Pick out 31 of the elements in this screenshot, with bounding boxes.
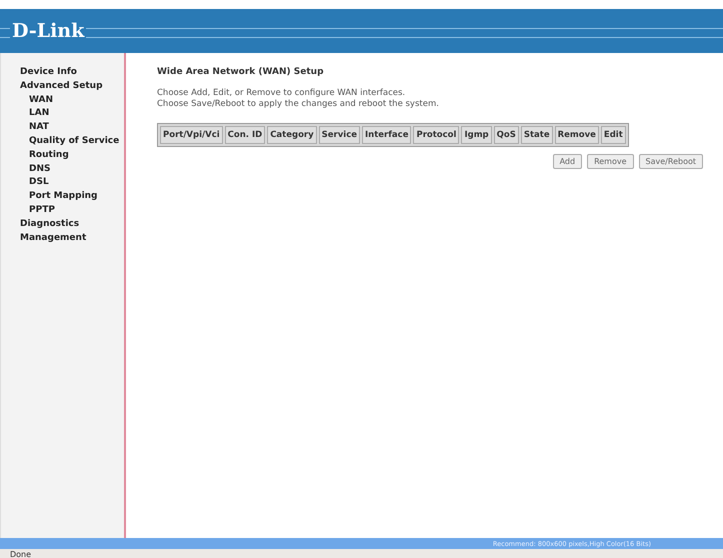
column-header: Edit (600, 126, 626, 144)
action-button[interactable]: Save/Reboot (638, 154, 703, 169)
nav-link[interactable]: WAN (6, 94, 54, 108)
nav-link[interactable]: Quality of Service (6, 134, 120, 149)
action-button[interactable]: Add (552, 154, 582, 169)
nav-link[interactable]: Diagnostics (6, 218, 80, 232)
instruction-text: Choose Save/Reboot to apply the changes and reboot the system. (157, 98, 440, 109)
nav-link[interactable]: Port Mapping (6, 190, 98, 204)
status-text: Done (10, 549, 32, 558)
nav-link[interactable]: DSL (6, 176, 49, 190)
nav-link[interactable]: Advanced Setup (6, 80, 103, 94)
column-header: Interface (362, 126, 412, 144)
nav-link[interactable]: DNS (6, 162, 50, 176)
column-header: Category (267, 126, 317, 144)
column-header: Remove (554, 126, 599, 144)
column-header: Service (318, 126, 360, 144)
page-title: Wide Area Network (WAN) Setup (157, 67, 325, 77)
nav-link[interactable]: Routing (6, 148, 69, 163)
action-button[interactable]: Remove (587, 154, 634, 169)
column-header: State (520, 126, 553, 144)
instruction-text: Choose Add, Edit, or Remove to configure WAN interfaces. (157, 88, 406, 98)
nav-link[interactable]: PPTP (6, 204, 55, 218)
nav-link[interactable]: Device Info (6, 66, 77, 80)
nav-link[interactable]: Management (6, 232, 86, 246)
column-header: Port/Vpi/Vci (160, 126, 223, 144)
column-header: Con. ID (224, 126, 266, 144)
column-header: QoS (494, 126, 519, 144)
nav-link[interactable]: LAN (6, 107, 50, 122)
column-header: Protocol (413, 126, 460, 144)
column-header: Igmp (461, 126, 492, 144)
nav-link[interactable]: NAT (6, 121, 49, 135)
